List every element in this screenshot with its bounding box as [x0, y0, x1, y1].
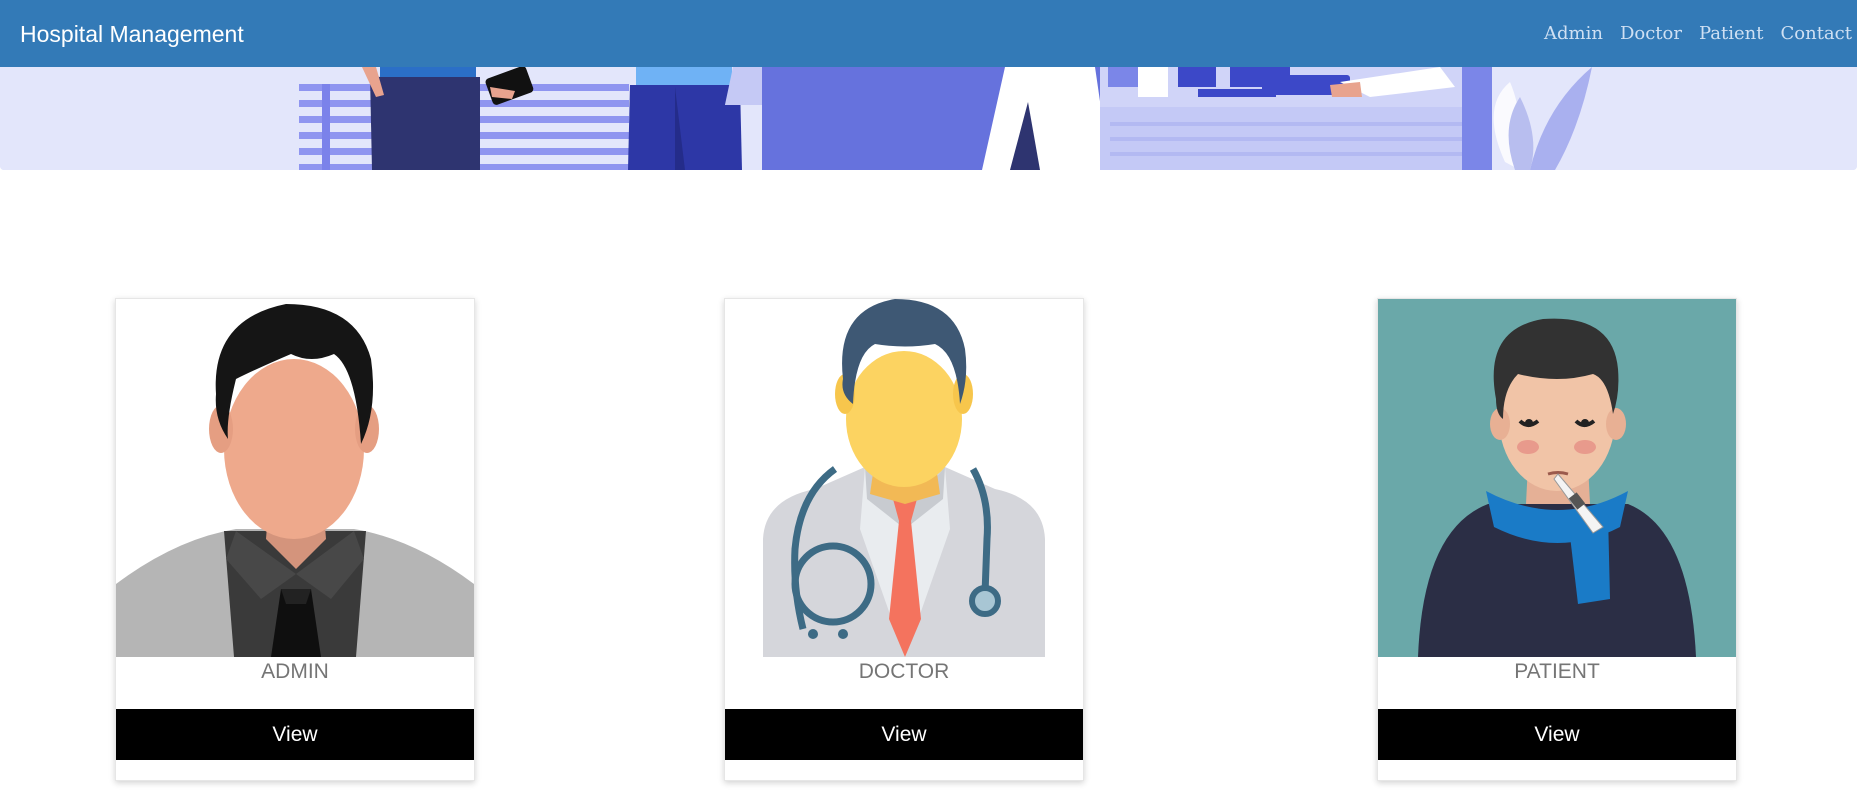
hospital-illustration	[0, 67, 1857, 170]
admin-view-button[interactable]: View	[116, 709, 474, 760]
nav-links: Admin Doctor Patient Contact Us	[1544, 23, 1857, 45]
nav-link-doctor[interactable]: Doctor	[1620, 23, 1682, 45]
admin-card-title: ADMIN	[261, 660, 329, 683]
doctor-avatar-image	[725, 299, 1083, 657]
doctor-view-button[interactable]: View	[725, 709, 1083, 760]
brand-link[interactable]: Hospital Management	[20, 20, 244, 48]
patient-card: PATIENT View	[1377, 298, 1737, 781]
top-navbar: Hospital Management Admin Doctor Patient Co…	[0, 0, 1857, 67]
doctor-card: DOCTOR View	[724, 298, 1084, 781]
nav-link-patient[interactable]: Patient	[1699, 23, 1764, 45]
patient-view-button[interactable]: View	[1378, 709, 1736, 760]
patient-card-title: PATIENT	[1514, 660, 1600, 683]
admin-card: ADMIN View	[115, 298, 475, 781]
hero-banner-image	[0, 67, 1857, 170]
patient-avatar-image	[1378, 299, 1736, 657]
nav-link-admin[interactable]: Admin	[1544, 23, 1603, 45]
admin-avatar-image	[116, 299, 474, 657]
doctor-card-title: DOCTOR	[858, 660, 950, 683]
nav-link-contact-us[interactable]: Contact Us	[1781, 23, 1857, 45]
